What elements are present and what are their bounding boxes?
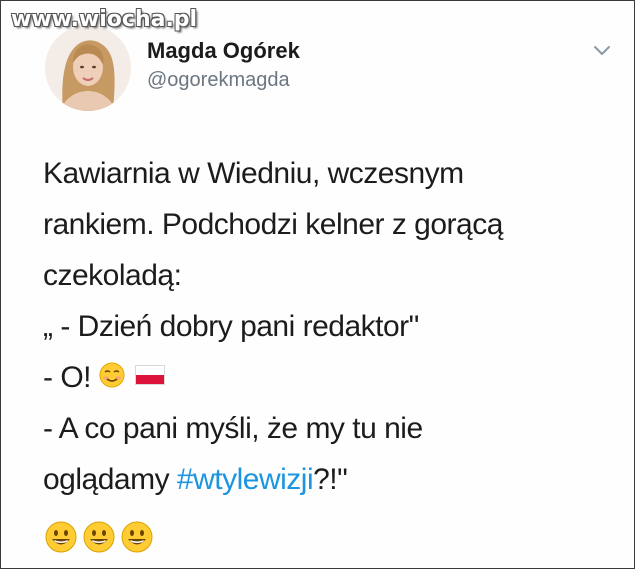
display-name[interactable]: Magda Ogórek <box>147 38 300 64</box>
avatar-portrait-image <box>45 25 131 111</box>
grinning-face-emoji-icon <box>121 521 153 553</box>
tweet-line: „ - Dzień dobry pani redaktor" <box>43 310 419 343</box>
poland-flag-emoji-icon <box>134 365 165 386</box>
emoji-row <box>45 521 153 553</box>
tweet-line-with-emoji: - O! <box>43 352 603 403</box>
tweet-line-with-hashtag: oglądamy #wtylewizji?!" <box>43 454 603 505</box>
watermark: www.wiocha.pl <box>11 7 198 32</box>
chevron-down-icon[interactable] <box>592 43 612 59</box>
avatar[interactable] <box>45 25 131 111</box>
tweet-line: Kawiarnia w Wiedniu, wczesnym <box>43 157 464 190</box>
user-handle[interactable]: @ogorekmagda <box>147 69 290 92</box>
tweet-line: czekoladą: <box>43 259 182 292</box>
tweet-line-text: - O! <box>43 361 92 394</box>
grinning-face-emoji-icon <box>83 521 115 553</box>
hashtag-link[interactable]: #wtylewizji <box>177 463 314 496</box>
tweet-line: rankiem. Podchodzi kelner z gorącą <box>43 208 503 241</box>
tweet-line-text: ?!" <box>313 463 348 496</box>
grinning-face-emoji-icon <box>45 521 77 553</box>
tweet-card: www.wiocha.pl Magda Ogórek @ogorekmagda … <box>0 0 635 569</box>
tweet-text: Kawiarnia w Wiedniu, wczesnym rankiem. P… <box>43 148 603 505</box>
tweet-line-text: oglądamy <box>43 463 177 496</box>
tweet-line: - A co pani myśli, że my tu nie <box>43 412 423 445</box>
smiling-face-emoji-icon <box>99 362 125 388</box>
